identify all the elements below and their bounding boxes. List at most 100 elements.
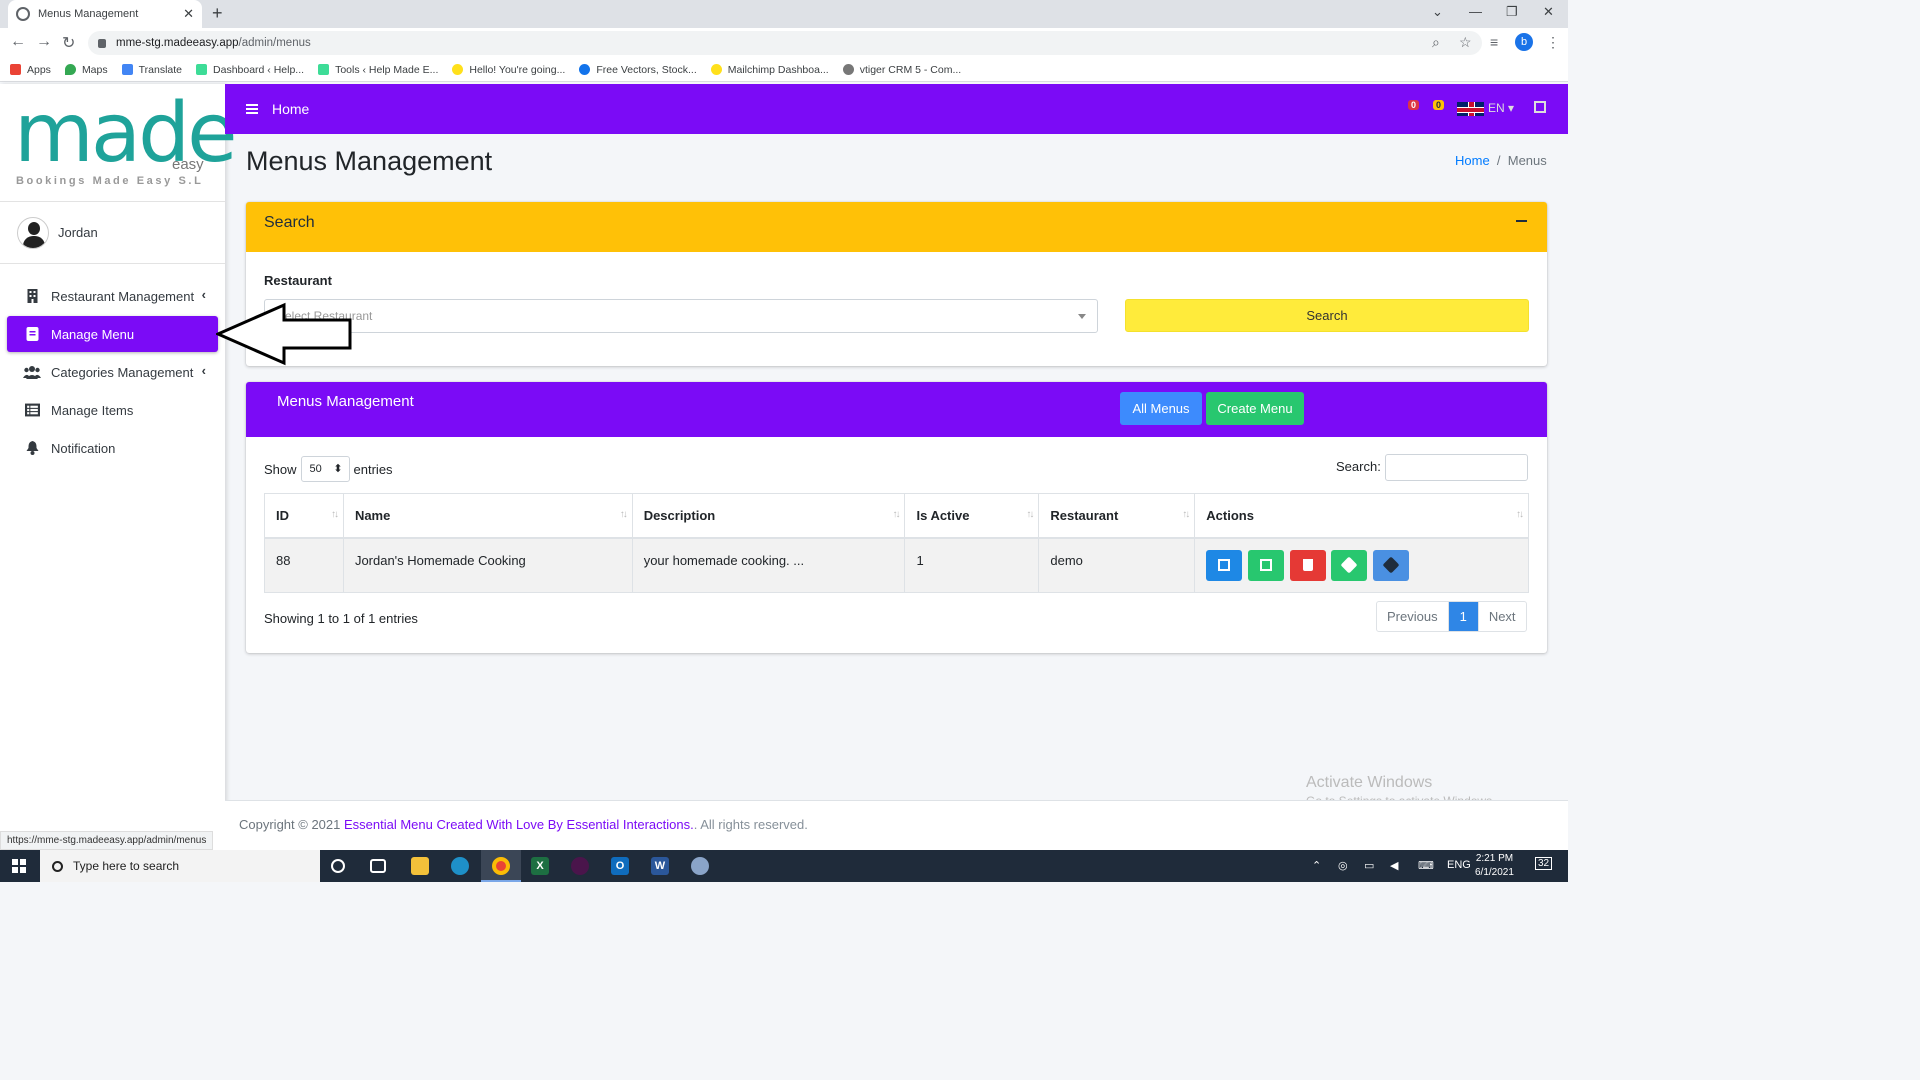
tags-button[interactable] (1372, 549, 1409, 581)
notifications-badge[interactable]: 0 (1433, 100, 1445, 110)
task-view-icon[interactable] (370, 859, 386, 873)
chevron-left-icon: ‹ (201, 287, 206, 302)
file-explorer-icon[interactable] (411, 857, 429, 875)
column-header-actions[interactable]: Actions ↑↓ (1194, 493, 1529, 539)
messages-badge[interactable]: 0 (1408, 100, 1420, 110)
edit-icon (1218, 558, 1231, 571)
bookmark-vtiger[interactable]: vtiger CRM 5 - Com... (842, 64, 961, 76)
copy-button[interactable] (1247, 549, 1284, 581)
next-page-button[interactable]: Next (1479, 602, 1526, 631)
sidebar-item-manage-items[interactable]: Manage Items (7, 392, 218, 428)
table-info: Showing 1 to 1 of 1 entries (264, 611, 418, 626)
bookmark-tools[interactable]: Tools ‹ Help Made E... (318, 64, 438, 76)
edit-button[interactable] (1206, 549, 1243, 581)
volume-icon[interactable]: ◀ (1390, 859, 1398, 872)
translate-icon (121, 64, 133, 75)
chrome-icon[interactable] (492, 857, 510, 875)
create-menu-button[interactable]: Create Menu (1206, 392, 1304, 425)
more-menu-icon[interactable]: ⋮ (1546, 34, 1560, 51)
reload-icon[interactable]: ↻ (62, 33, 75, 53)
bookmark-hello[interactable]: Hello! You're going... (452, 64, 565, 76)
nav-home-link[interactable]: Home (272, 101, 309, 117)
bookmark-maps[interactable]: Maps (64, 64, 108, 76)
windows-taskbar: Type here to search X O W ⌃ ◎ ▭ ◀ ⌨ ENG … (0, 850, 1568, 882)
action-center-icon[interactable]: 32 (1535, 857, 1553, 870)
column-header-description[interactable]: Description ↑↓ (631, 493, 906, 539)
table-search-input[interactable] (1385, 454, 1528, 481)
tray-chevron-icon[interactable]: ⌃ (1312, 859, 1321, 872)
edge-icon[interactable] (451, 857, 469, 875)
table-row: 88 Jordan's Homemade Cooking your homema… (264, 537, 1529, 593)
language-dropdown[interactable]: EN ▾ (1488, 101, 1514, 115)
pagination: Previous 1 Next (1376, 601, 1527, 632)
footer-link[interactable]: Essential Menu Created With Love By Esse… (344, 817, 694, 832)
network-icon[interactable]: ▭ (1364, 859, 1374, 872)
paint-icon[interactable] (691, 857, 709, 875)
restore-button[interactable]: ❐ (1506, 4, 1518, 20)
list-icon (25, 403, 40, 417)
sidebar-item-categories-management[interactable]: Categories Management ‹ (7, 354, 218, 390)
trash-icon (1302, 558, 1313, 571)
user-panel[interactable]: Jordan (0, 202, 225, 264)
outlook-icon[interactable]: O (611, 857, 629, 875)
column-header-name[interactable]: Name ↑↓ (342, 493, 633, 539)
tray-app-icon[interactable]: ◎ (1338, 859, 1348, 872)
grid-icon[interactable] (1534, 101, 1546, 113)
close-tab-icon[interactable]: ✕ (183, 6, 194, 22)
site-icon (196, 64, 208, 75)
brand-logo[interactable]: made easy Bookings Made Easy S.L (0, 84, 238, 202)
bookmark-dashboard[interactable]: Dashboard ‹ Help... (196, 64, 304, 76)
word-icon[interactable]: W (651, 857, 669, 875)
browser-tabstrip: Menus Management ✕ + ⌄ — ❐ ✕ (0, 0, 1568, 28)
sort-icon: ↑↓ (892, 509, 900, 520)
users-icon (23, 366, 41, 379)
cortana-icon[interactable] (331, 859, 345, 873)
column-header-restaurant[interactable]: Restaurant ↑↓ (1038, 493, 1196, 539)
bookmark-apps[interactable]: Apps (10, 64, 51, 76)
bookmark-mailchimp[interactable]: Mailchimp Dashboa... (710, 64, 829, 76)
tag-icon (1340, 556, 1358, 573)
previous-page-button[interactable]: Previous (1377, 602, 1449, 631)
back-icon[interactable]: ← (10, 33, 26, 51)
star-icon[interactable]: ☆ (1459, 34, 1472, 51)
collapse-icon[interactable] (1516, 220, 1527, 222)
tag-button[interactable] (1331, 549, 1368, 581)
close-window-button[interactable]: ✕ (1543, 4, 1554, 20)
reading-list-icon[interactable]: ≡ (1490, 34, 1498, 50)
uk-flag-icon[interactable] (1457, 102, 1484, 116)
input-language[interactable]: ENG (1447, 859, 1471, 871)
breadcrumb-home-link[interactable]: Home (1455, 153, 1490, 168)
page-1-button[interactable]: 1 (1448, 602, 1479, 631)
search-button[interactable]: Search (1125, 299, 1529, 332)
keyboard-icon[interactable]: ⌨ (1418, 859, 1434, 872)
slack-icon[interactable] (571, 857, 589, 875)
sidebar-item-manage-menu[interactable]: Manage Menu (7, 316, 218, 352)
forward-icon[interactable]: → (36, 33, 52, 51)
address-bar: ← → ↻ mme-stg.madeeasy.app/admin/menus ⌕… (0, 28, 1568, 58)
sort-icon: ↑↓ (1182, 509, 1190, 520)
excel-icon[interactable]: X (531, 857, 549, 875)
new-tab-button[interactable]: + (212, 3, 223, 24)
delete-button[interactable] (1289, 549, 1326, 581)
hamburger-menu-icon[interactable] (246, 104, 258, 114)
zoom-icon[interactable]: ⌕ (1432, 34, 1440, 51)
restaurant-select[interactable]: Select Restaurant (264, 299, 1098, 333)
sidebar-item-notification[interactable]: Notification (7, 430, 218, 466)
windows-start-icon[interactable] (12, 859, 26, 873)
profile-avatar[interactable]: b (1515, 33, 1533, 51)
tags-icon (1382, 556, 1400, 573)
taskbar-search-input[interactable]: Type here to search (40, 850, 320, 882)
sidebar-item-restaurant-management[interactable]: Restaurant Management ‹ (7, 278, 218, 314)
taskbar-clock[interactable]: 2:21 PM 6/1/2021 (1475, 852, 1514, 880)
bookmark-free-vectors[interactable]: Free Vectors, Stock... (579, 64, 697, 76)
column-header-id[interactable]: ID ↑↓ (264, 493, 344, 539)
column-header-is-active[interactable]: Is Active ↑↓ (904, 493, 1040, 539)
search-card-title: Search (264, 214, 315, 231)
all-menus-button[interactable]: All Menus (1120, 392, 1202, 425)
tab-search-icon[interactable]: ⌄ (1432, 4, 1443, 20)
bookmark-translate[interactable]: Translate (121, 64, 182, 76)
browser-tab[interactable]: Menus Management ✕ (8, 0, 202, 28)
minimize-button[interactable]: — (1469, 4, 1482, 19)
page-length-select[interactable]: 50 (300, 456, 350, 482)
url-input[interactable]: mme-stg.madeeasy.app/admin/menus (88, 31, 1482, 55)
